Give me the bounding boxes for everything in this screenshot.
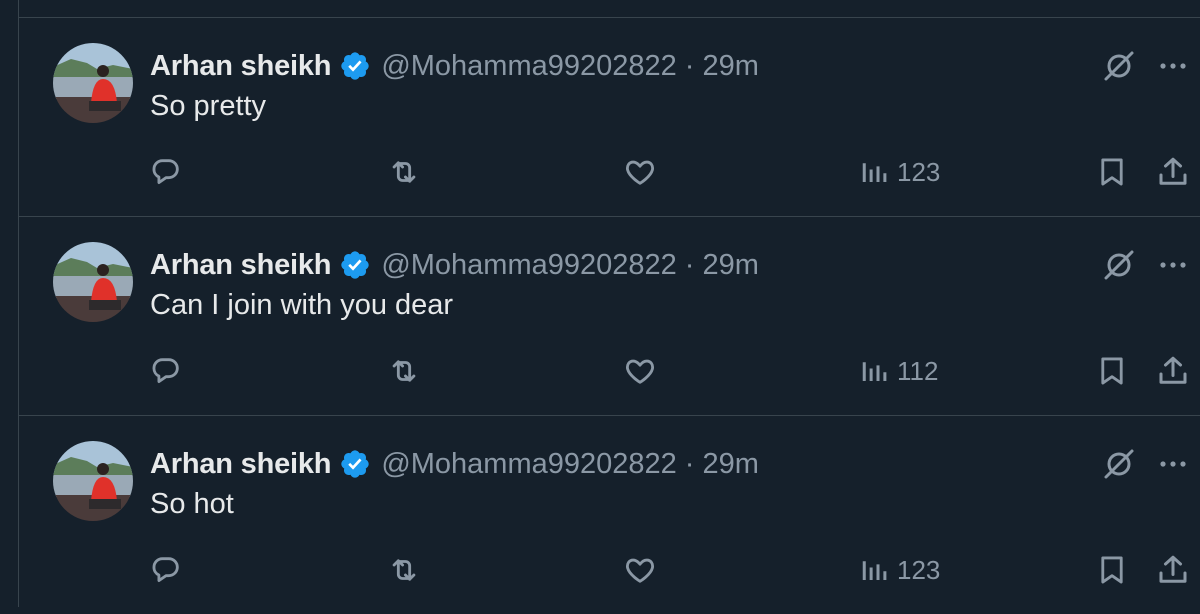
author-name[interactable]: Arhan sheikh: [150, 249, 332, 282]
views-chart-icon: [862, 561, 887, 580]
reply-button[interactable]: [149, 351, 183, 391]
repost-icon: [392, 360, 416, 382]
repost-icon: [392, 559, 416, 581]
verified-badge-icon: [339, 50, 371, 82]
author-handle[interactable]: @Mohamma99202822: [381, 249, 676, 282]
reply-text: So hot: [150, 488, 234, 520]
reply-icon: [152, 159, 179, 185]
share-icon: [1159, 356, 1187, 384]
reply-timeline: Arhan sheikh @Mohamma99202822 · 29m So p…: [18, 0, 1200, 607]
views-button[interactable]: 123: [859, 152, 940, 192]
avatar[interactable]: [53, 43, 133, 123]
reply-text: So pretty: [150, 90, 267, 122]
repost-button[interactable]: [385, 152, 423, 192]
verified-badge-icon: [339, 448, 371, 480]
share-icon: [1159, 157, 1187, 185]
bookmark-icon: [1101, 357, 1123, 385]
reply-button[interactable]: [149, 152, 183, 192]
avatar[interactable]: [53, 242, 133, 322]
more-icon[interactable]: [1155, 446, 1191, 482]
views-count: 123: [897, 554, 941, 585]
more-icon[interactable]: [1155, 247, 1191, 283]
views-button[interactable]: 112: [859, 351, 938, 391]
grok-icon[interactable]: [1101, 247, 1137, 283]
views-button[interactable]: 123: [859, 550, 940, 590]
action-bar: 123: [19, 152, 1200, 192]
timestamp[interactable]: 29m: [702, 249, 758, 282]
author-name[interactable]: Arhan sheikh: [150, 448, 332, 481]
reply-header: Arhan sheikh @Mohamma99202822 · 29m: [150, 444, 759, 484]
heart-icon: [626, 359, 654, 384]
reply-button[interactable]: [149, 550, 183, 590]
reply-item[interactable]: Arhan sheikh @Mohamma99202822 · 29m: [19, 18, 1200, 217]
heart-icon: [626, 160, 654, 185]
like-button[interactable]: [622, 152, 658, 192]
timestamp[interactable]: 29m: [702, 448, 758, 481]
separator-dot: ·: [684, 49, 695, 82]
action-bar: 112: [19, 351, 1200, 391]
author-handle[interactable]: @Mohamma99202822: [381, 448, 676, 481]
like-button[interactable]: [622, 550, 658, 590]
reply-header: Arhan sheikh @Mohamma99202822 · 29m: [150, 46, 759, 86]
reply-text: Can I join with you dear: [150, 289, 454, 321]
like-button[interactable]: [622, 351, 658, 391]
bookmark-button[interactable]: [1095, 550, 1129, 590]
reply-icon: [152, 358, 179, 384]
share-button[interactable]: [1155, 152, 1191, 192]
grok-icon[interactable]: [1101, 446, 1137, 482]
grok-icon[interactable]: [1101, 48, 1137, 84]
author-name[interactable]: Arhan sheikh: [150, 50, 332, 83]
avatar[interactable]: [53, 441, 133, 521]
views-count: 123: [897, 156, 941, 187]
share-button[interactable]: [1155, 351, 1191, 391]
views-chart-icon: [862, 362, 887, 381]
bookmark-button[interactable]: [1095, 152, 1129, 192]
separator-dot: ·: [684, 447, 695, 480]
separator-dot: ·: [684, 248, 695, 281]
reply-icon: [152, 557, 179, 583]
author-handle[interactable]: @Mohamma99202822: [381, 50, 676, 83]
share-icon: [1159, 555, 1187, 583]
more-icon[interactable]: [1155, 48, 1191, 84]
action-bar: 123: [19, 550, 1200, 590]
timestamp[interactable]: 29m: [702, 50, 758, 83]
reply-header: Arhan sheikh @Mohamma99202822 · 29m: [150, 245, 759, 285]
reply-item[interactable]: Arhan sheikh @Mohamma99202822 · 29m: [19, 217, 1200, 416]
repost-button[interactable]: [385, 550, 423, 590]
bookmark-button[interactable]: [1095, 351, 1129, 391]
bookmark-icon: [1101, 158, 1123, 186]
repost-button[interactable]: [385, 351, 423, 391]
reply-item[interactable]: Arhan sheikh @Mohamma99202822 · 29m: [19, 416, 1200, 614]
views-chart-icon: [862, 163, 887, 182]
repost-icon: [392, 161, 416, 183]
verified-badge-icon: [339, 249, 371, 281]
views-count: 112: [897, 355, 939, 386]
bookmark-icon: [1101, 556, 1123, 584]
heart-icon: [626, 558, 654, 583]
share-button[interactable]: [1155, 550, 1191, 590]
